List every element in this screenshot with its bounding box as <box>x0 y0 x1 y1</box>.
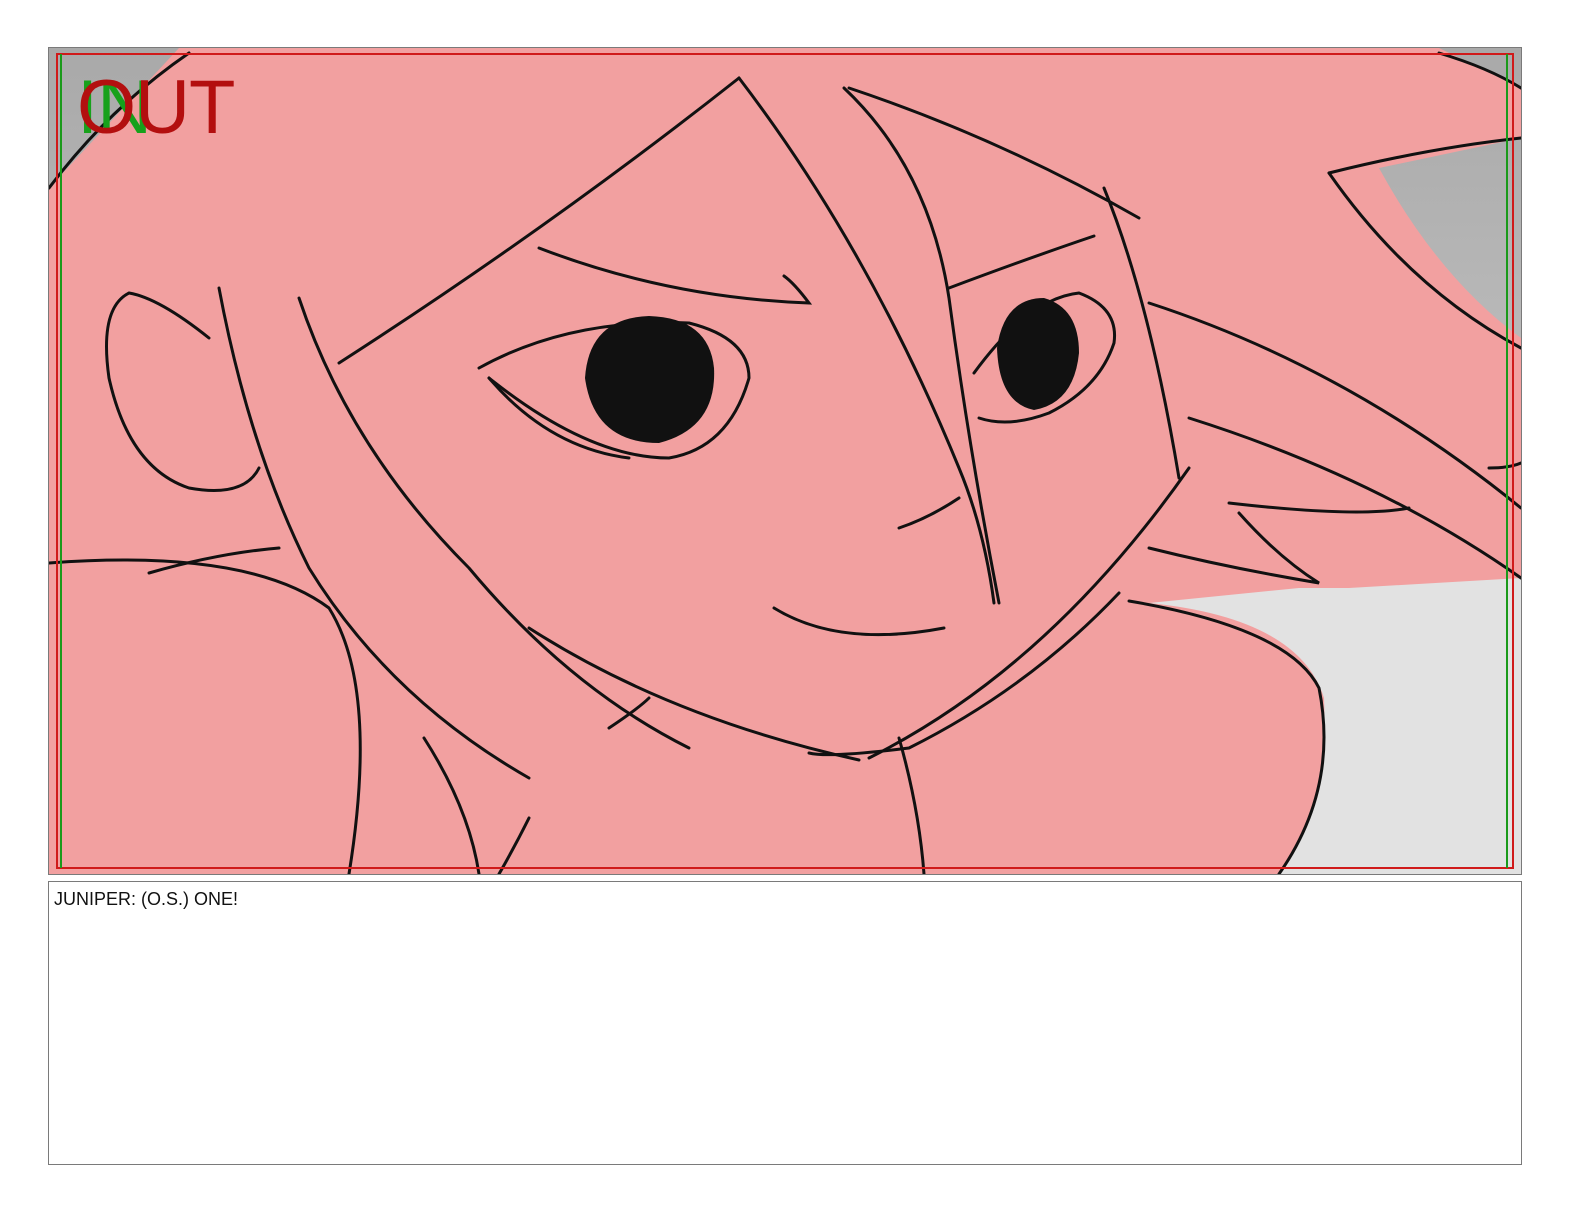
character-sketch <box>49 48 1521 874</box>
in-out-marker: IN OUT <box>77 68 277 148</box>
dialogue-text: JUNIPER: (O.S.) ONE! <box>54 889 239 909</box>
storyboard-panel: IN OUT <box>48 47 1522 875</box>
dialogue-box: JUNIPER: (O.S.) ONE! <box>48 881 1522 1165</box>
character-fill <box>49 48 1521 874</box>
out-marker: OUT <box>77 65 235 150</box>
